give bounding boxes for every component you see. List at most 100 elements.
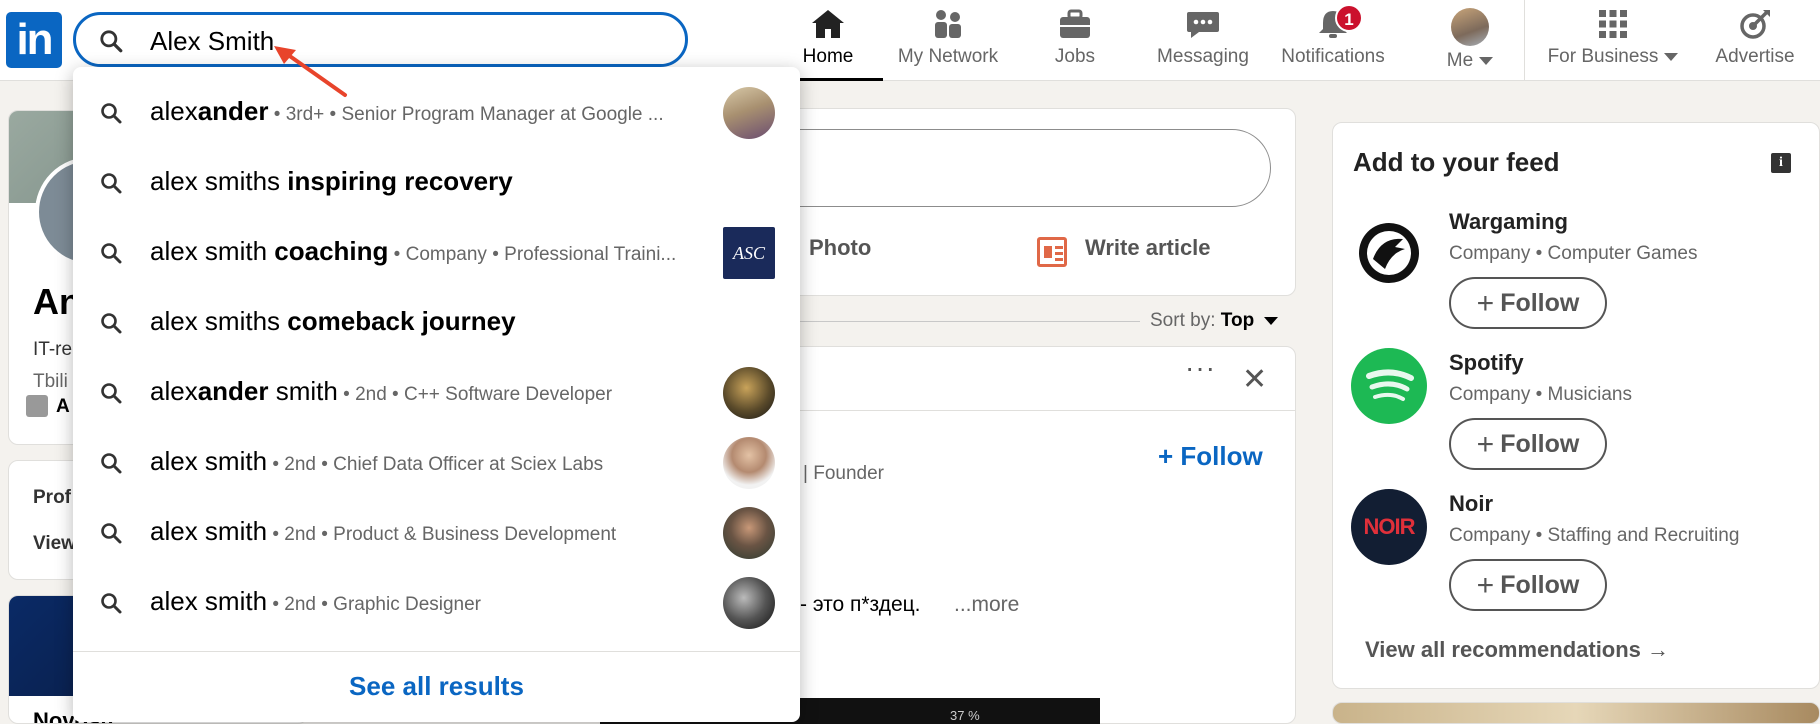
more-options-icon[interactable]: ···	[1185, 352, 1216, 384]
profile-viewers-label[interactable]: Prof	[33, 487, 71, 509]
typeahead-suggestion[interactable]: alex smiths inspiring recovery	[73, 147, 800, 217]
follow-button[interactable]: + Follow	[1158, 441, 1263, 472]
suggestion-text: alex smith • 2nd • Graphic Designer	[150, 586, 481, 617]
follow-label: Follow	[1500, 430, 1580, 458]
suggestion-meta: • 2nd • Product & Business Development	[267, 524, 617, 545]
post-author-headline: | Founder	[803, 463, 884, 484]
nav-label: Me	[1446, 50, 1474, 71]
search-icon	[101, 173, 122, 194]
search-icon	[101, 523, 122, 544]
suggestion-text: alex smith • 2nd • Chief Data Officer at…	[150, 446, 603, 477]
suggestion-match: alex smith	[150, 236, 268, 266]
suggestion-match: alex smith	[150, 516, 268, 546]
nav-me[interactable]: Me	[1425, 0, 1515, 81]
search-icon	[101, 593, 122, 614]
write-article-button[interactable]: Write article	[1085, 235, 1211, 261]
typeahead-suggestion[interactable]: alexander smith • 2nd • C++ Software Dev…	[73, 357, 800, 427]
photo-button[interactable]: Photo	[809, 235, 871, 261]
nav-me-dropdown: Me	[1425, 50, 1515, 72]
suggestion-match: alex smith	[150, 586, 268, 616]
linkedin-logo[interactable]: in	[6, 12, 62, 68]
add-to-feed-card: Add to your feed i Wargaming Company • C…	[1332, 122, 1820, 689]
plus-icon: +	[1476, 287, 1495, 320]
search-icon	[101, 243, 122, 264]
suggestion-completion: ander	[197, 376, 269, 406]
suggestion-meta: • 2nd • Chief Data Officer at Sciex Labs	[267, 454, 604, 475]
avatar	[723, 367, 775, 419]
suggestion-text: alexander smith • 2nd • C++ Software Dev…	[150, 376, 612, 407]
avatar	[723, 437, 775, 489]
see-all-results-button[interactable]: See all results	[73, 671, 800, 702]
typeahead-suggestion[interactable]: alex smith • 2nd • Graphic Designer	[73, 567, 800, 637]
noir-logo-text: NOIR	[1363, 514, 1416, 539]
search-input[interactable]: Alex Smith	[73, 12, 688, 67]
profile-location: Tbili	[33, 371, 68, 392]
view-all-recommendations-link[interactable]: View all recommendations →	[1365, 637, 1669, 663]
nav-label: For Business	[1547, 46, 1659, 67]
suggestion-text: alex smith coaching • Company • Professi…	[150, 236, 676, 267]
suggestion-meta: • 2nd • Graphic Designer	[267, 594, 482, 615]
nav-advertise[interactable]: Advertise	[1700, 0, 1810, 81]
nav-messaging[interactable]: Messaging	[1148, 0, 1258, 81]
nav-label: Advertise	[1715, 46, 1795, 67]
suggestion-match: alex	[150, 96, 198, 126]
caret-down-icon	[1664, 52, 1679, 61]
follow-button[interactable]: + Follow	[1449, 277, 1607, 329]
noir-logo[interactable]: NOIR	[1351, 489, 1427, 565]
nav-divider	[1524, 0, 1525, 81]
nav-label: Home	[802, 46, 854, 67]
ad-banner[interactable]	[1332, 702, 1820, 724]
dropdown-divider	[73, 651, 800, 652]
avatar	[723, 507, 775, 559]
phone-status-text: 37 %	[950, 708, 980, 723]
see-more-link[interactable]: ...more	[954, 593, 1019, 617]
nav-for-business[interactable]: For Business	[1538, 0, 1688, 81]
post-impressions-label[interactable]: View	[33, 533, 76, 555]
typeahead-suggestion[interactable]: alex smith coaching • Company • Professi…	[73, 217, 800, 287]
wargaming-logo[interactable]	[1351, 215, 1427, 291]
briefcase-icon	[1060, 9, 1090, 38]
search-typeahead-dropdown: alexander • 3rd+ • Senior Program Manage…	[73, 67, 800, 722]
typeahead-suggestion[interactable]: alex smiths comeback journey	[73, 287, 800, 357]
profile-headline: IT-re	[33, 339, 73, 360]
nav-label: Notifications	[1281, 46, 1385, 67]
profile-company-link[interactable]: A	[56, 396, 70, 418]
follow-button[interactable]: + Follow	[1449, 559, 1607, 611]
follow-label: Follow	[1500, 289, 1580, 317]
rec-name[interactable]: Spotify	[1449, 350, 1524, 376]
suggestion-completion: coaching	[267, 236, 389, 266]
company-logo: ASC	[723, 227, 775, 279]
search-icon	[101, 383, 122, 404]
suggestion-text: alex smiths comeback journey	[150, 306, 516, 337]
info-icon[interactable]: i	[1771, 153, 1791, 173]
search-value: Alex Smith	[150, 26, 275, 56]
sort-dropdown[interactable]: Sort by: Top	[1150, 310, 1279, 332]
company-icon	[26, 395, 48, 417]
typeahead-suggestion[interactable]: alex smith • 2nd • Chief Data Officer at…	[73, 427, 800, 497]
close-icon[interactable]: ✕	[1242, 362, 1267, 397]
typeahead-suggestion[interactable]: alexander • 3rd+ • Senior Program Manage…	[73, 77, 800, 147]
suggestion-meta: • 3rd+ • Senior Program Manager at Googl…	[268, 104, 664, 125]
suggestion-completion: inspiring recovery	[280, 166, 513, 196]
spotify-logo[interactable]	[1351, 348, 1427, 424]
suggestion-rest: smith	[268, 376, 338, 406]
nav-jobs[interactable]: Jobs	[1030, 0, 1120, 81]
avatar	[723, 577, 775, 629]
nav-notifications[interactable]: Notifications 1	[1273, 0, 1393, 81]
rec-name[interactable]: Wargaming	[1449, 209, 1568, 235]
typeahead-suggestion[interactable]: alex smith • 2nd • Product & Business De…	[73, 497, 800, 567]
suggestion-text: alex smiths inspiring recovery	[150, 166, 513, 197]
suggestion-meta: • Company • Professional Traini...	[388, 244, 677, 265]
target-arrow-icon	[1740, 10, 1770, 39]
people-icon	[935, 10, 961, 38]
suggestion-completion: ander	[197, 96, 269, 126]
article-icon	[1037, 237, 1067, 267]
avatar	[723, 87, 775, 139]
rec-name[interactable]: Noir	[1449, 491, 1493, 517]
search-icon	[100, 30, 123, 53]
follow-button[interactable]: + Follow	[1449, 418, 1607, 470]
plus-icon: +	[1476, 569, 1495, 602]
suggestion-match: alex smith	[150, 446, 268, 476]
rail-title: Add to your feed	[1353, 147, 1560, 177]
nav-my-network[interactable]: My Network	[883, 0, 1013, 81]
